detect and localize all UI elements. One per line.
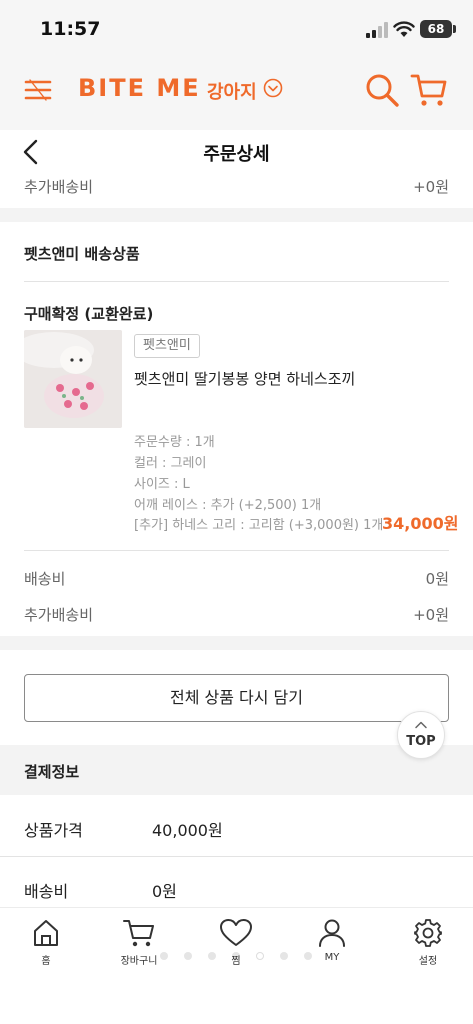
search-icon[interactable] [364, 72, 400, 108]
status-bar: 11:57 68 [0, 0, 473, 60]
battery-tip [453, 25, 456, 33]
item-price: 34,000원 [382, 514, 459, 533]
product-name[interactable]: 펫츠앤미 딸기봉봉 양면 하네스조끼 [134, 368, 355, 389]
extra-shipping-label: 추가배송비 [24, 606, 94, 624]
status-time: 11:57 [40, 18, 101, 40]
cart-icon [123, 920, 154, 947]
home-icon [34, 920, 58, 946]
divider-line [24, 281, 449, 282]
app-header: BITE ME 강아지 [0, 60, 473, 130]
tab-my[interactable]: MY [292, 918, 372, 963]
tab-cart-label: 장바구니 [120, 956, 158, 967]
brand-logo[interactable]: BITE ME [78, 74, 201, 102]
order-status: 구매확정 (교환완료) [24, 305, 154, 323]
option-color: 컬러 : 그레이 [134, 456, 207, 471]
cart-icon[interactable] [410, 72, 448, 108]
chevron-down-icon[interactable] [263, 78, 283, 98]
divider-line [24, 550, 449, 551]
page-title-bar: 주문상세 [0, 130, 473, 174]
product-thumbnail[interactable] [24, 330, 122, 428]
extra-shipping-label-top: 추가배송비 [24, 178, 94, 196]
tab-home[interactable]: 홈 [6, 918, 86, 967]
section-divider [0, 208, 473, 222]
tab-home-label: 홈 [41, 956, 51, 967]
re-add-all-button[interactable]: 전체 상품 다시 담기 [24, 674, 449, 722]
option-size: 사이즈 : L [134, 477, 190, 492]
option-shoulder-lace: 어깨 레이스 : 추가 (+2,500) 1개 [134, 498, 322, 513]
payment-label-shipping: 배송비 [24, 882, 69, 901]
category-selector[interactable]: 강아지 [207, 78, 257, 104]
menu-icon[interactable] [24, 78, 52, 102]
payment-title: 결제정보 [24, 763, 80, 781]
tab-settings[interactable]: 설정 [388, 918, 468, 967]
option-quantity: 주문수량 : 1개 [134, 435, 215, 450]
tab-cart[interactable]: 장바구니 [99, 918, 179, 967]
extra-shipping-value: +0원 [413, 606, 449, 624]
tab-wishlist[interactable]: 찜 [196, 918, 276, 967]
payment-value-shipping: 0원 [152, 882, 177, 901]
tab-wishlist-label: 찜 [231, 956, 241, 967]
heart-icon [220, 919, 252, 946]
wifi-icon [393, 21, 415, 37]
product-image [24, 330, 122, 428]
shipping-label: 배송비 [24, 570, 66, 588]
back-icon[interactable] [20, 138, 42, 166]
page-title: 주문상세 [203, 144, 270, 165]
signal-icon [366, 22, 388, 38]
shipping-value: 0원 [425, 570, 449, 588]
tab-settings-label: 설정 [418, 956, 438, 967]
gear-icon [414, 919, 442, 947]
payment-header: 결제정보 [0, 745, 473, 795]
option-harness-ring: [추가] 하네스 고리 : 고리함 (+3,000원) 1개 [134, 518, 384, 533]
user-icon [319, 919, 345, 947]
seller-title: 펫츠앤미 배송상품 [24, 245, 140, 263]
battery-icon: 68 [420, 20, 452, 38]
scroll-top-button[interactable]: TOP [397, 711, 445, 759]
divider-line [0, 856, 473, 857]
bottom-tab-bar: 홈 장바구니 찜 MY 설정 [0, 907, 473, 1024]
section-divider [0, 636, 473, 650]
extra-shipping-value-top: +0원 [413, 178, 449, 196]
scroll-top-label: TOP [406, 734, 436, 749]
chevron-up-icon [415, 721, 427, 729]
tab-my-label: MY [324, 952, 340, 963]
brand-tag: 펫츠앤미 [134, 334, 200, 358]
payment-value-product: 40,000원 [152, 821, 223, 840]
payment-label-product: 상품가격 [24, 821, 83, 840]
